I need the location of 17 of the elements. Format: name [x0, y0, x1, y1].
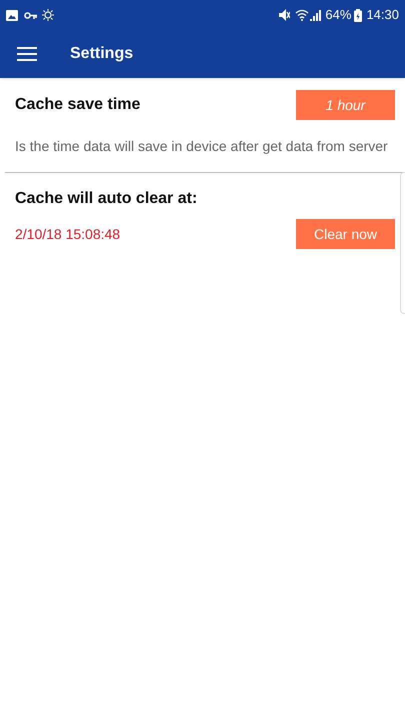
clear-now-button[interactable]: Clear now [296, 219, 395, 249]
battery-percentage: 64% [325, 6, 352, 24]
app-bar-title: Settings [70, 44, 134, 64]
mute-icon [279, 9, 290, 21]
clock-time: 14:30 [366, 6, 399, 24]
duration-button[interactable]: 1 hour [296, 90, 395, 120]
section-title: Cache save time [15, 95, 140, 115]
wifi-icon [295, 9, 310, 21]
menu-icon[interactable] [17, 46, 37, 62]
battery-icon [354, 8, 362, 22]
image-icon [6, 10, 18, 20]
description-text: Is the time data will save in device after get data from server [15, 137, 389, 155]
signal-icon [310, 9, 322, 21]
sun-icon [41, 9, 55, 21]
key-icon [24, 12, 37, 18]
section-title: Cache will auto clear at: [15, 189, 198, 209]
clear-time: 2/10/18 15:08:48 [15, 224, 120, 244]
